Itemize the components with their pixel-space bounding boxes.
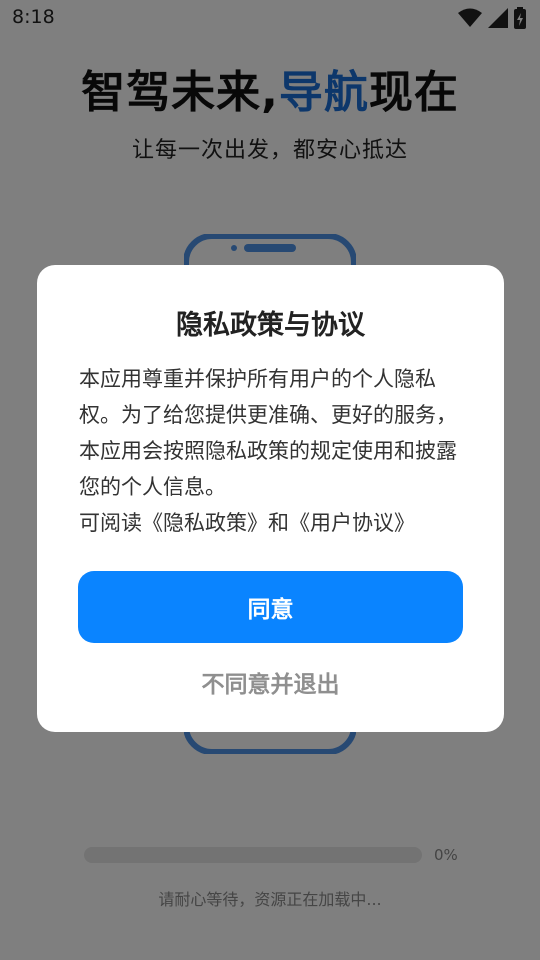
agree-button[interactable]: 同意 xyxy=(78,571,463,643)
read-prefix: 可阅读 xyxy=(79,511,142,535)
dialog-body: 本应用尊重并保护所有用户的个人隐私权。为了给您提供更准确、更好的服务，本应用会按… xyxy=(79,361,469,541)
user-agreement-link[interactable]: 《用户协议》 xyxy=(289,511,415,535)
read-and: 和 xyxy=(268,511,289,535)
dialog-read-line: 可阅读《隐私政策》和《用户协议》 xyxy=(79,505,469,541)
dialog-title: 隐私政策与协议 xyxy=(176,310,365,341)
decline-exit-button[interactable]: 不同意并退出 xyxy=(37,665,504,699)
privacy-policy-link[interactable]: 《隐私政策》 xyxy=(142,511,268,535)
app-screen: 8:18 智驾未来,导航现在 让每一次出发，都安心抵达 xyxy=(0,0,540,960)
privacy-dialog: 隐私政策与协议 本应用尊重并保护所有用户的个人隐私权。为了给您提供更准确、更好的… xyxy=(37,265,504,732)
dialog-body-text: 本应用尊重并保护所有用户的个人隐私权。为了给您提供更准确、更好的服务，本应用会按… xyxy=(79,367,457,499)
